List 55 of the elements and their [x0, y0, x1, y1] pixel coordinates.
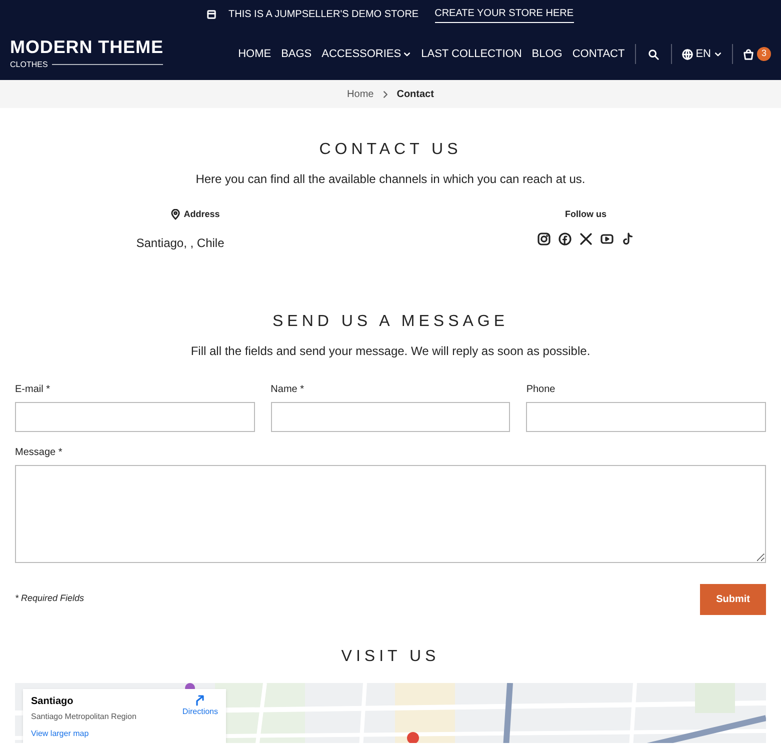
announcement-text: THIS IS A JUMPSELLER'S DEMO STORE — [228, 8, 419, 22]
nav-link[interactable]: BAGS — [281, 46, 312, 62]
globe-icon — [682, 48, 693, 60]
facebook-icon — [558, 232, 572, 246]
language-selector[interactable]: EN — [682, 46, 722, 62]
social-link[interactable] — [558, 232, 572, 246]
music-note-icon — [620, 232, 635, 246]
required-note: * Required Fields — [15, 592, 84, 606]
social-link[interactable] — [600, 232, 614, 246]
nav-link[interactable]: LAST COLLECTION — [421, 46, 522, 62]
view-larger-map-link[interactable]: View larger map — [31, 728, 218, 740]
nav-link[interactable]: CONTACT — [572, 46, 625, 62]
field-label: Name * — [270, 382, 306, 396]
section-subtitle: Fill all the fields and send your message. We will reply as soon as possible. — [190, 342, 592, 360]
submit-button[interactable]: Submit — [700, 584, 766, 614]
cart-count-badge: 3 — [757, 47, 771, 61]
search-button[interactable] — [646, 48, 661, 60]
store-icon — [207, 10, 216, 18]
section-subtitle: Here you can find all the available channels in which you can reach at us. — [194, 171, 586, 188]
bag-icon — [743, 48, 754, 60]
section-title: SEND US A MESSAGE — [271, 312, 510, 332]
directions-arrow-icon — [194, 694, 206, 706]
location-pin-icon — [170, 209, 180, 220]
breadcrumb-link[interactable]: Contact — [396, 86, 434, 102]
field-label: Message * — [15, 446, 64, 460]
logo-subtitle: CLOTHES — [10, 58, 48, 70]
chevron-down-icon — [403, 50, 412, 58]
video-play-icon — [600, 232, 614, 246]
field-label: E-mail * — [15, 382, 52, 396]
social-link[interactable] — [620, 232, 635, 246]
social-link[interactable] — [578, 232, 593, 246]
instagram-icon — [536, 232, 551, 246]
chevron-right-icon — [382, 90, 389, 98]
follow-label: Follow us — [565, 208, 606, 221]
search-icon — [648, 48, 659, 60]
input-field[interactable] — [15, 402, 255, 432]
input-field[interactable] — [270, 402, 510, 432]
directions-link[interactable]: Directions — [182, 694, 218, 722]
create-store-link[interactable]: CREATE YOUR STORE HERE — [434, 6, 574, 22]
social-link[interactable] — [536, 232, 551, 246]
address-text: Santiago, , Chile — [136, 234, 224, 252]
place-name: Santiago — [31, 694, 74, 708]
input-field[interactable] — [526, 402, 766, 432]
nav-link[interactable]: ACCESSORIES — [322, 46, 412, 62]
address-label: Address — [184, 208, 220, 221]
logo-title[interactable]: MODERN THEME — [10, 38, 164, 56]
section-title: CONTACT US — [318, 140, 463, 160]
chevron-down-icon — [714, 50, 722, 58]
place-region: Santiago Metropolitan Region — [31, 710, 136, 722]
section-title: VISIT US — [340, 646, 441, 666]
nav-link[interactable]: HOME — [238, 46, 272, 62]
field-label: Phone — [526, 382, 556, 396]
x-icon — [578, 232, 593, 246]
nav-link[interactable]: BLOG — [532, 46, 562, 62]
breadcrumb-link[interactable]: Home — [347, 86, 374, 102]
